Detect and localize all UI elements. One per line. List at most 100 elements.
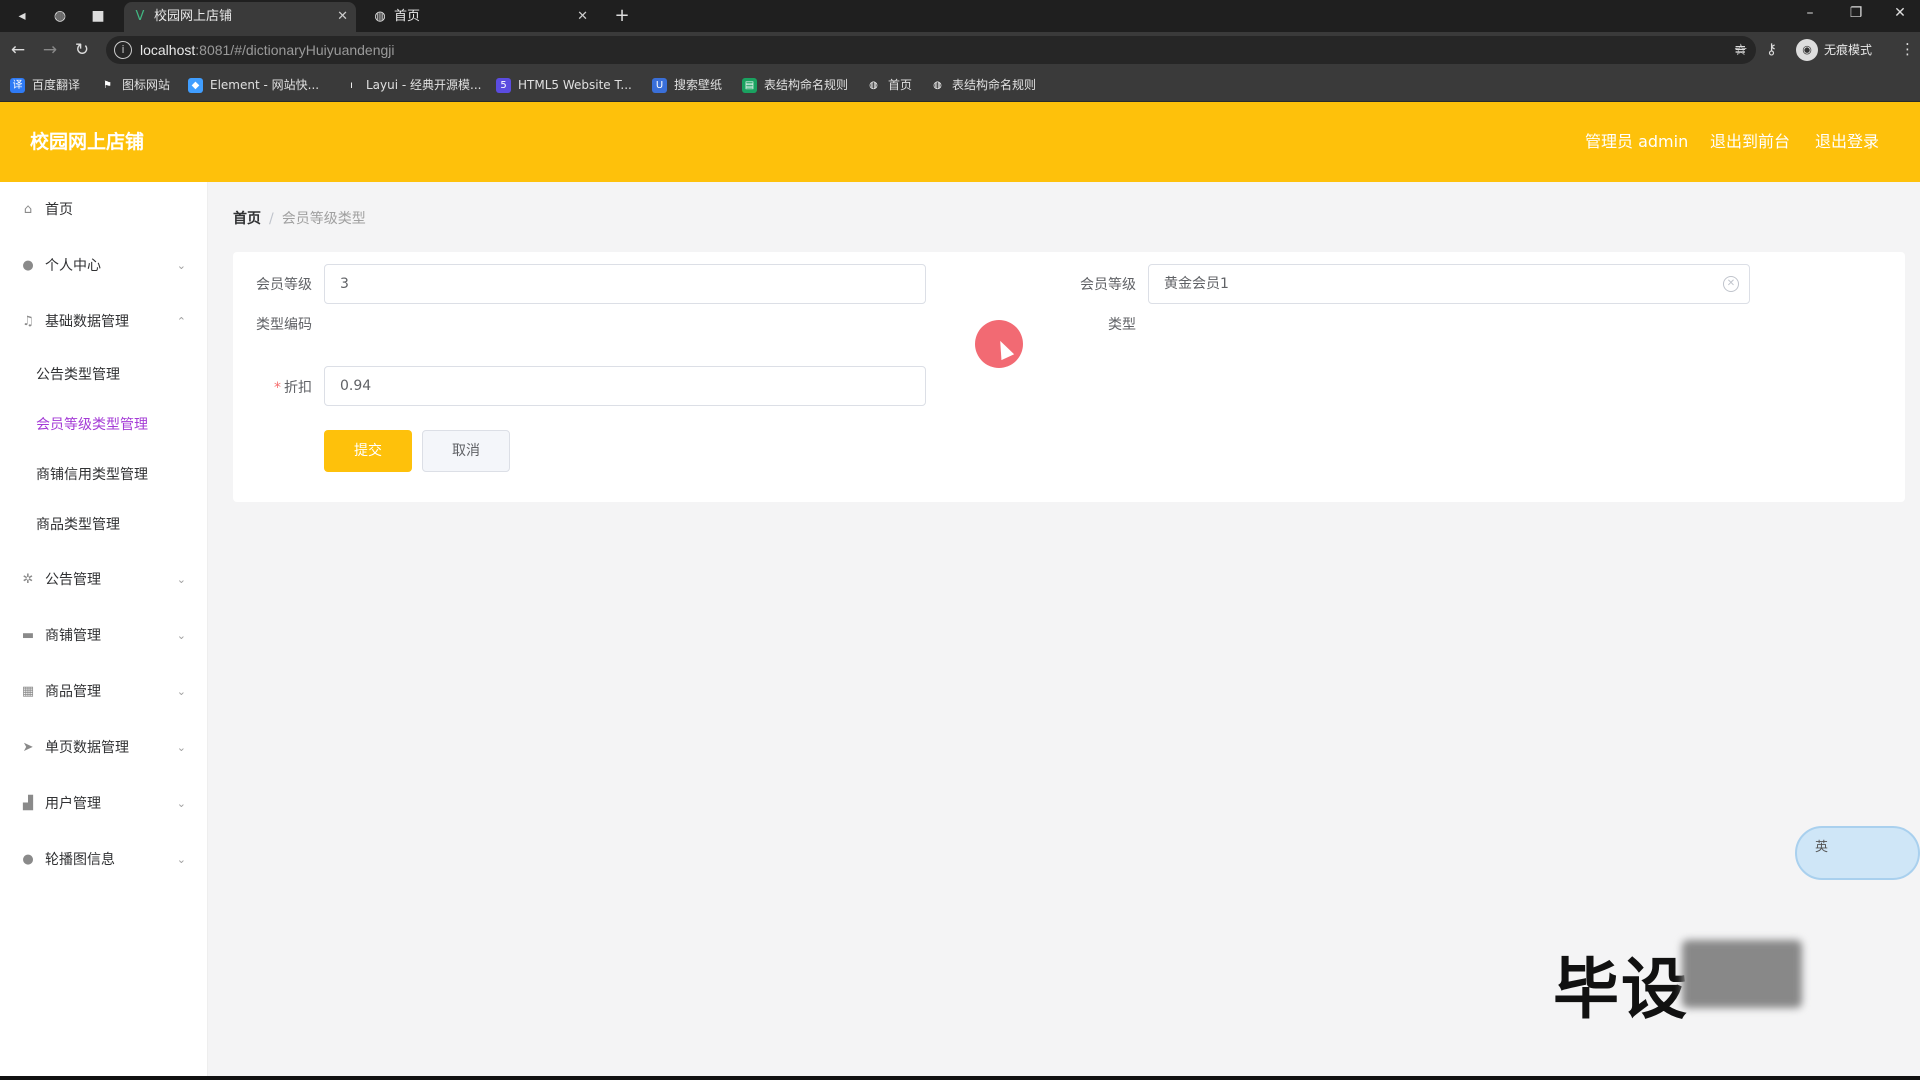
mic-icon: ♫ [22, 314, 34, 329]
info-icon[interactable]: i [114, 41, 132, 59]
vue-icon: V [135, 9, 145, 24]
sidebar-item-personal-center[interactable]: ● 个人中心 ⌄ [0, 238, 208, 294]
user-icon: ● [22, 258, 34, 273]
app-title: 校园网上店铺 [30, 131, 145, 153]
tab-label: 首页 [394, 9, 421, 24]
sidebar-subitem-label: 公告类型管理 [36, 367, 120, 383]
sidebar-item-users[interactable]: ▟ 用户管理 ⌄ [0, 776, 208, 832]
tab-campus-shop[interactable]: V 校园网上店铺 ✕ [124, 2, 356, 32]
flag-icon: ⚑ [103, 80, 112, 91]
cancel-button[interactable]: 取消 [422, 430, 510, 472]
sidebar-subitem-member-level-type[interactable]: 会员等级类型管理 [0, 400, 208, 450]
close-window-icon[interactable]: ✕ [1880, 0, 1920, 28]
chevron-down-icon: ⌄ [176, 853, 186, 866]
app-header: 校园网上店铺 管理员 admin 退出到前台 退出登录 [0, 102, 1920, 182]
sidebar-item-label: 商铺管理 [45, 628, 101, 644]
incognito-indicator[interactable]: ◉ 无痕模式 [1796, 38, 1872, 62]
chevron-down-icon: ⌄ [176, 741, 186, 754]
chevron-down-icon: ⌄ [176, 685, 186, 698]
reload-icon[interactable]: ↻ [71, 39, 93, 61]
bookmark-item[interactable]: 5 HTML5 Website T... [496, 68, 632, 102]
screen: ◂ ◍ ■ V 校园网上店铺 ✕ ◍ 首页 ✕ + – ❐ ✕ ← → ↻ i … [0, 0, 1920, 1080]
discount-label: * 折扣 [232, 377, 312, 397]
key-icon[interactable]: ⚷ [1766, 40, 1777, 58]
sidebar-item-label: 首页 [45, 202, 73, 218]
sidebar-subitem-goods-type[interactable]: 商品类型管理 [0, 500, 208, 550]
incognito-icon: ◉ [1796, 39, 1818, 61]
bookmark-label: 表结构命名规则 [952, 78, 1037, 92]
menu-kebab-icon[interactable]: ⋮ [1900, 40, 1915, 58]
globe-icon[interactable]: ◍ [50, 6, 70, 26]
url-path: :8081/#/dictionaryHuiyuandengji [195, 42, 395, 58]
breadcrumb-separator: / [269, 211, 274, 227]
sidebar-subitem-notice-type[interactable]: 公告类型管理 [0, 350, 208, 400]
minimize-icon[interactable]: – [1790, 0, 1830, 28]
chat-icon: ▬ [21, 628, 35, 643]
bookmark-item[interactable]: U 搜索壁纸 [652, 68, 722, 102]
back-icon[interactable]: ← [7, 39, 29, 61]
clear-icon[interactable]: ✕ [1723, 276, 1739, 292]
close-tab-icon[interactable]: ✕ [577, 2, 588, 32]
to-front-link[interactable]: 退出到前台 [1710, 102, 1790, 182]
discount-input[interactable]: 0.94 [324, 366, 926, 406]
close-tab-icon[interactable]: ✕ [337, 2, 348, 32]
watermark: 毕设 [1553, 951, 1689, 1028]
watermark-blur [1682, 940, 1802, 1008]
bookmark-item[interactable]: ı Layui - 经典开源模... [344, 68, 481, 102]
sidebar-item-goods[interactable]: ▦ 商品管理 ⌄ [0, 664, 208, 720]
window-icon[interactable]: ■ [88, 6, 108, 26]
logout-link[interactable]: 退出登录 [1815, 102, 1879, 182]
submit-button[interactable]: 提交 [324, 430, 412, 472]
tab-home[interactable]: ◍ 首页 ✕ [364, 2, 596, 32]
home-icon: ⌂ [23, 202, 33, 217]
browser-tab-bar: ◂ ◍ ■ V 校园网上店铺 ✕ ◍ 首页 ✕ + – ❐ ✕ [0, 0, 1920, 32]
compass-icon: ✲ [22, 572, 34, 587]
level-type-value: 黄金会员1 [1164, 276, 1229, 292]
url-field[interactable]: i localhost:8081/#/dictionaryHuiyuandeng… [106, 36, 1756, 64]
sidebar-item-home[interactable]: ⌂ 首页 [0, 182, 208, 238]
level-code-value: 3 [340, 276, 349, 292]
forward-icon[interactable]: → [39, 39, 61, 61]
chevron-up-icon: ⌃ [176, 315, 186, 328]
sidebar-item-single-page[interactable]: ➤ 单页数据管理 ⌄ [0, 720, 208, 776]
sidebar-item-carousel[interactable]: ● 轮播图信息 ⌄ [0, 832, 208, 888]
bookmark-item[interactable]: ◆ Element - 网站快... [188, 68, 319, 102]
playlist-icon[interactable]: ≡ [1734, 40, 1747, 58]
chevron-down-icon: ⌄ [176, 629, 186, 642]
breadcrumb-home[interactable]: 首页 [233, 211, 261, 227]
sidebar-item-shop[interactable]: ▬ 商铺管理 ⌄ [0, 608, 208, 664]
sidebar-subitem-shop-credit-type[interactable]: 商铺信用类型管理 [0, 450, 208, 500]
chevron-down-icon: ⌄ [176, 573, 186, 586]
sidebar-item-label: 单页数据管理 [45, 740, 129, 756]
discount-label-text: 折扣 [284, 380, 312, 396]
bookmark-item[interactable]: 译百度翻译 [10, 68, 80, 102]
ime-widget[interactable]: 英 [1795, 826, 1920, 880]
sidebar-item-notice[interactable]: ✲ 公告管理 ⌄ [0, 552, 208, 608]
bookmark-item[interactable]: ▤ 表结构命名规则 [742, 68, 848, 102]
address-bar: ← → ↻ i localhost:8081/#/dictionaryHuiyu… [0, 32, 1920, 68]
sidebar-subitem-label: 商品类型管理 [36, 517, 120, 533]
bookmarks-bar: 译百度翻译 ⚑ 图标网站 ◆ Element - 网站快... ı Layui - 经… [0, 68, 1920, 102]
sidebar-item-label: 基础数据管理 [45, 314, 129, 330]
restore-icon[interactable]: ❐ [1836, 0, 1876, 28]
bookmark-item[interactable]: ◍ 表结构命名规则 [930, 68, 1036, 102]
bookmark-label: Layui - 经典开源模... [366, 78, 482, 92]
level-code-input[interactable]: 3 [324, 264, 926, 304]
sidebar-item-basic-data[interactable]: ♫ 基础数据管理 ⌃ [0, 294, 208, 350]
bookmark-label: 首页 [888, 78, 913, 92]
bookmark-item[interactable]: ⚑ 图标网站 [100, 68, 170, 102]
level-type-input[interactable]: 黄金会员1 ✕ [1148, 264, 1750, 304]
url-host: localhost [140, 42, 196, 58]
level-type-label: 会员等级 [1080, 277, 1136, 293]
globe-icon: ◍ [933, 80, 942, 91]
mute-icon[interactable]: ◂ [12, 6, 32, 26]
send-icon: ➤ [22, 740, 34, 755]
level-code-label: 会员等级 [256, 277, 312, 293]
new-tab-icon[interactable]: + [612, 6, 632, 26]
tab-label: 校园网上店铺 [154, 9, 233, 24]
discount-value: 0.94 [340, 378, 372, 394]
bookmark-item[interactable]: ◍ 首页 [866, 68, 912, 102]
incognito-label: 无痕模式 [1824, 43, 1873, 57]
ime-label: 英 [1815, 840, 1829, 855]
sidebar-item-label: 用户管理 [45, 796, 101, 812]
